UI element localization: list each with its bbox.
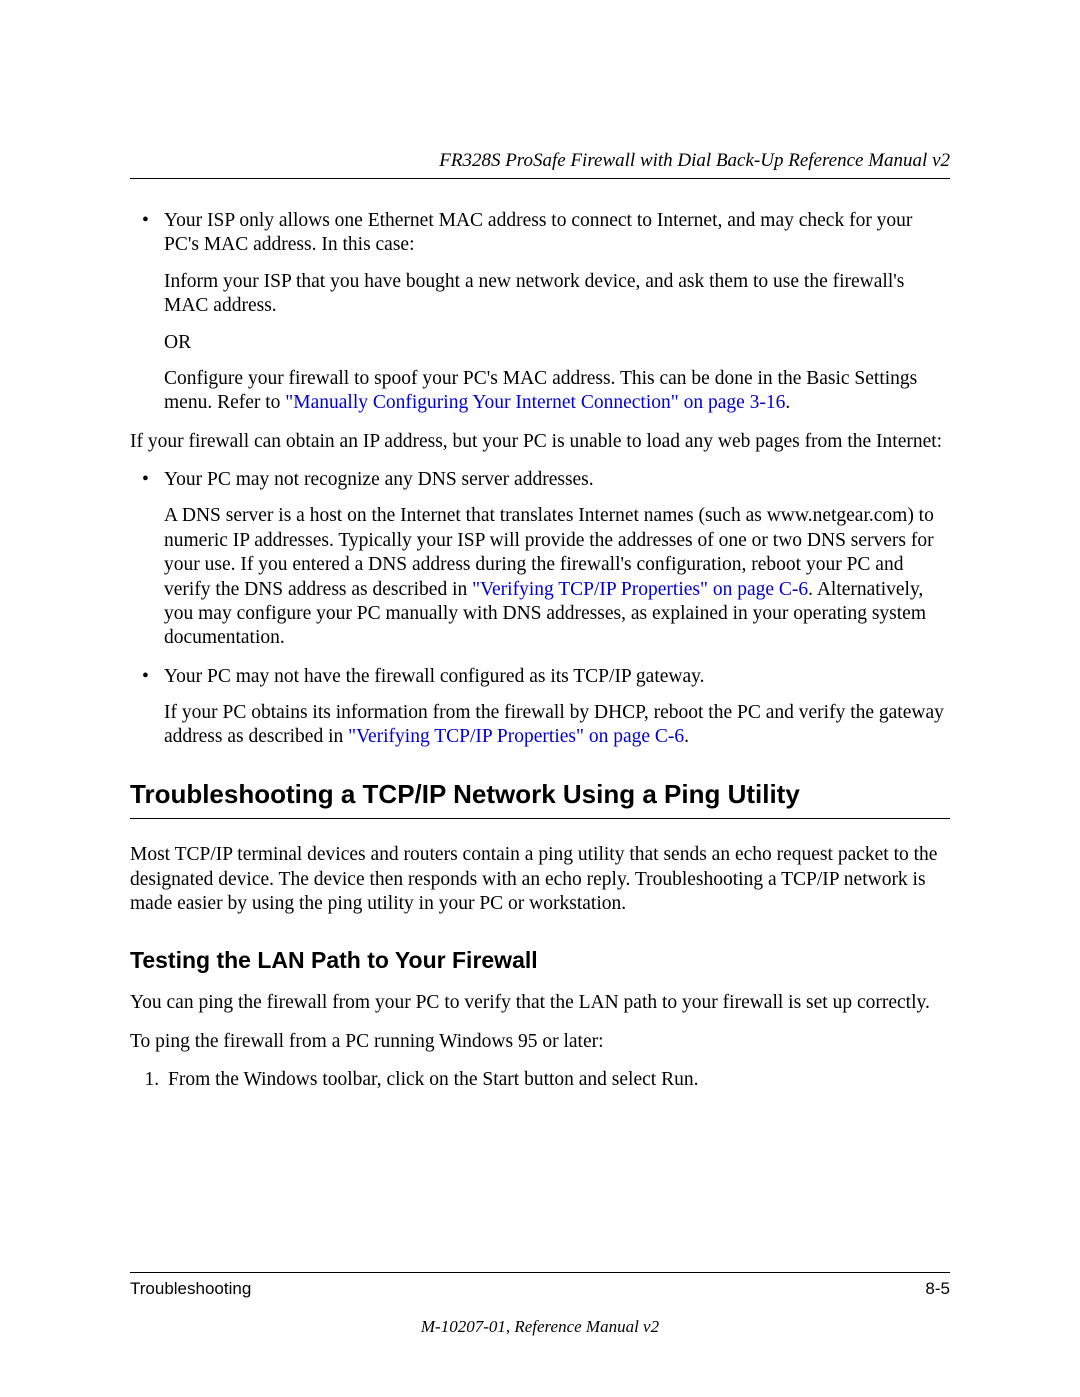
link-verify-tcpip[interactable]: "Verifying TCP/IP Properties" on page C-… xyxy=(472,579,808,600)
bullet-or: OR xyxy=(164,331,950,355)
section-heading: Troubleshooting a TCP/IP Network Using a… xyxy=(130,778,950,820)
bullet-item-dns: Your PC may not recognize any DNS server… xyxy=(164,468,950,651)
footer-doc-id: M-10207-01, Reference Manual v2 xyxy=(130,1317,950,1337)
text-fragment: . xyxy=(684,726,689,747)
link-manual-config[interactable]: "Manually Configuring Your Internet Conn… xyxy=(285,392,785,413)
step-item: From the Windows toolbar, click on the S… xyxy=(164,1068,950,1092)
footer-section-name: Troubleshooting xyxy=(130,1279,251,1299)
bullet-item-mac: Your ISP only allows one Ethernet MAC ad… xyxy=(164,209,950,416)
bullet-sub-para: Inform your ISP that you have bought a n… xyxy=(164,270,950,319)
page: FR328S ProSafe Firewall with Dial Back-U… xyxy=(0,0,1080,1397)
text-fragment: . xyxy=(785,392,790,413)
bullet-sub-para: If your PC obtains its information from … xyxy=(164,701,950,750)
bullet-text: Your PC may not recognize any DNS server… xyxy=(164,468,950,492)
footer-page-number: 8-5 xyxy=(925,1279,950,1299)
bullet-item-gateway: Your PC may not have the firewall config… xyxy=(164,665,950,750)
ordered-steps: From the Windows toolbar, click on the S… xyxy=(130,1068,950,1092)
paragraph: You can ping the firewall from your PC t… xyxy=(130,991,950,1015)
page-footer: Troubleshooting 8-5 M-10207-01, Referenc… xyxy=(130,1272,950,1337)
body-area: Your ISP only allows one Ethernet MAC ad… xyxy=(130,209,950,1092)
paragraph: To ping the firewall from a PC running W… xyxy=(130,1030,950,1054)
bullet-sub-para: Configure your firewall to spoof your PC… xyxy=(164,367,950,416)
paragraph: Most TCP/IP terminal devices and routers… xyxy=(130,843,950,916)
bullet-text: Your ISP only allows one Ethernet MAC ad… xyxy=(164,209,950,258)
bullet-sub-para: A DNS server is a host on the Internet t… xyxy=(164,504,950,650)
paragraph: If your firewall can obtain an IP addres… xyxy=(130,430,950,454)
bullet-text: Your PC may not have the firewall config… xyxy=(164,665,950,689)
running-header: FR328S ProSafe Firewall with Dial Back-U… xyxy=(130,150,950,179)
subsection-heading: Testing the LAN Path to Your Firewall xyxy=(130,946,950,975)
link-verify-tcpip[interactable]: "Verifying TCP/IP Properties" on page C-… xyxy=(348,726,684,747)
